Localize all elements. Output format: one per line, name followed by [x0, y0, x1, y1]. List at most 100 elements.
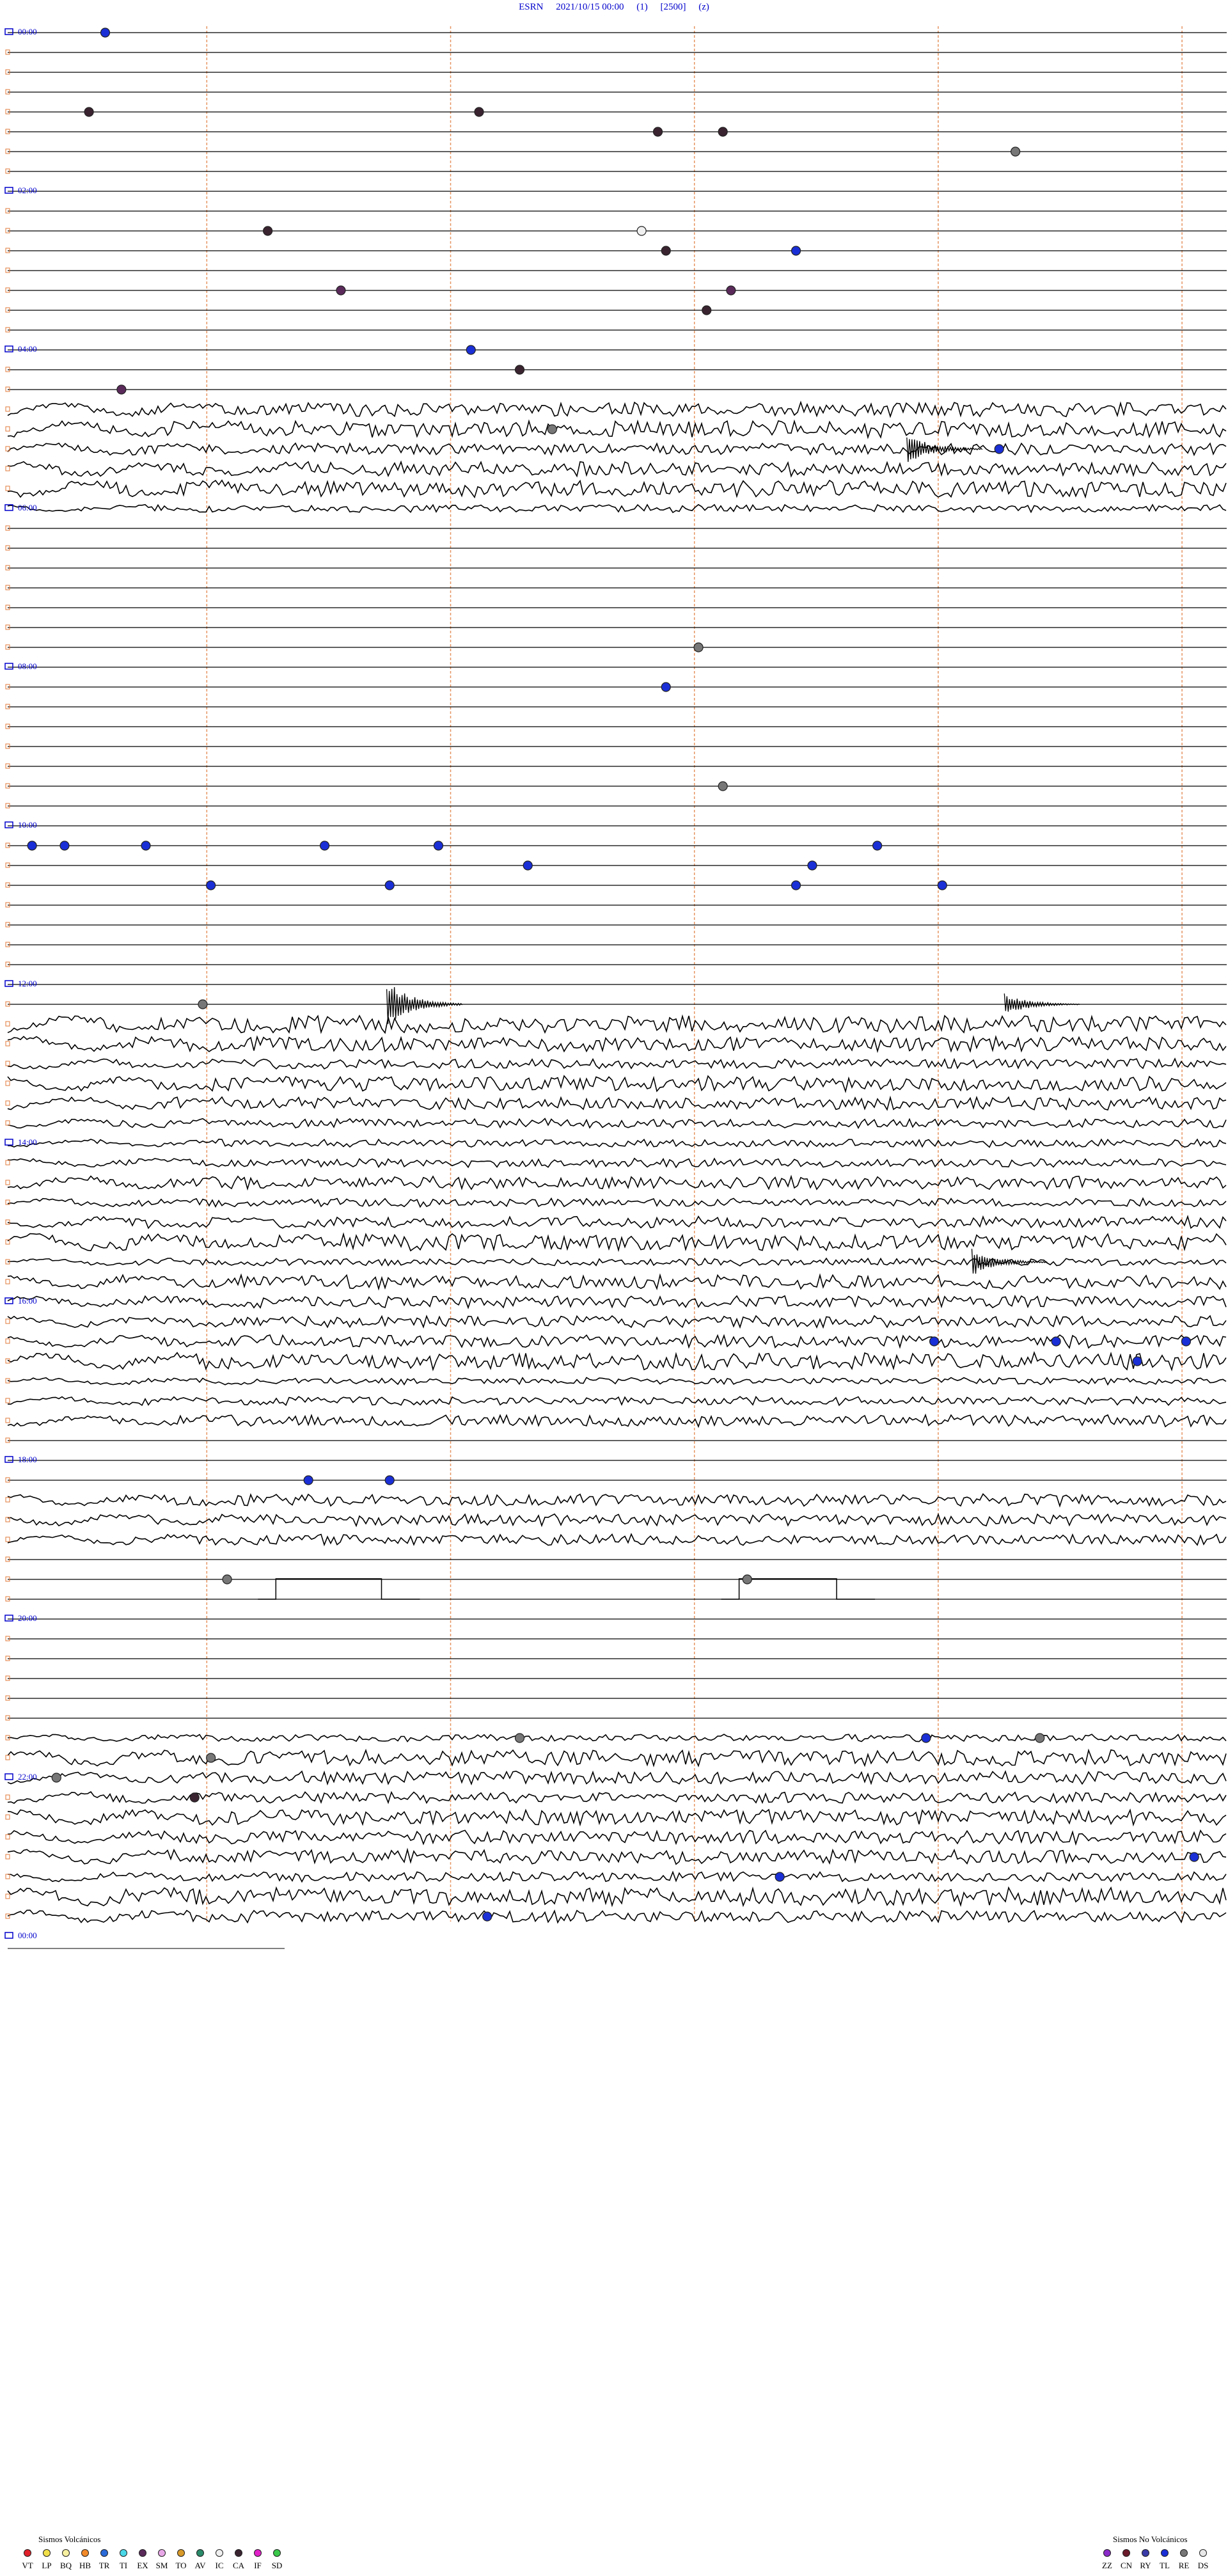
- row-tick: [5, 1219, 10, 1225]
- trace-row-53: [7, 1075, 1227, 1093]
- row-tick: [5, 466, 10, 471]
- legend-dot-icon: [120, 2549, 127, 2557]
- legend-dot-icon: [1161, 2549, 1169, 2557]
- hour-marker-box: [4, 1456, 13, 1463]
- event-marker-tl: [523, 860, 533, 871]
- trace-row-20: [7, 419, 1227, 439]
- row-tick: [5, 1120, 10, 1126]
- nonvolcanic-legend-title: Sismos No Volcánicos: [1113, 2534, 1188, 2544]
- event-marker-tl: [661, 682, 671, 692]
- helicorder-plot: 00:00 02:00 04:00 06:00 08:00 10:00 12:00 14:00…: [4, 26, 1227, 1949]
- hour-label: 12:00: [18, 979, 37, 988]
- row-tick: [5, 1814, 10, 1820]
- event-marker-tl: [384, 1475, 395, 1485]
- event-marker-tl: [59, 841, 70, 851]
- event-marker-tl: [319, 841, 330, 851]
- legend-dot-icon: [24, 2549, 31, 2557]
- legend-dot-icon: [43, 2549, 51, 2557]
- step-pulse-0: [258, 1578, 420, 1600]
- row-tick: [5, 1794, 10, 1800]
- event-marker-re: [718, 781, 728, 791]
- legend-label: TI: [119, 2561, 128, 2570]
- event-marker-tl: [206, 880, 216, 890]
- trace-row-66: [7, 1333, 1227, 1349]
- row-tick: [5, 1755, 10, 1760]
- volcanic-legend-item-hb: HB: [75, 2549, 95, 2571]
- hour-marker-box: [4, 345, 13, 352]
- volcanic-legend-item-ic: IC: [210, 2549, 229, 2571]
- nonvolcanic-legend-item-re: RE: [1174, 2549, 1193, 2571]
- volcanic-legend-item-tr: TR: [95, 2549, 114, 2571]
- legend-dot-icon: [1103, 2549, 1111, 2557]
- event-marker-ex: [116, 384, 127, 395]
- trace-row-55: [7, 1118, 1227, 1130]
- trace-row-58: [7, 1174, 1227, 1191]
- event-marker-re: [206, 1753, 216, 1763]
- spike-burst-1: [386, 987, 463, 1024]
- event-marker-re: [693, 642, 704, 652]
- legend-label: CN: [1120, 2561, 1133, 2570]
- legend-label: VT: [22, 2561, 33, 2570]
- hour-label: 20:00: [18, 1613, 37, 1623]
- event-marker-re: [1035, 1733, 1045, 1743]
- trace-row-91: [7, 1829, 1227, 1846]
- hour-label: 18:00: [18, 1455, 37, 1464]
- legend-label: IF: [254, 2561, 262, 2570]
- row-tick: [5, 1100, 10, 1106]
- hour-marker-box: [4, 821, 13, 828]
- event-marker-tl: [1189, 1852, 1199, 1862]
- trace-row-59: [7, 1197, 1227, 1208]
- trace-row-52: [7, 1057, 1227, 1070]
- event-marker-tl: [775, 1872, 785, 1882]
- trace-row-24: [7, 503, 1227, 514]
- legend-label: IC: [215, 2561, 224, 2570]
- volcanic-legend-item-ti: TI: [114, 2549, 133, 2571]
- legend-dot-icon: [235, 2549, 242, 2557]
- hour-marker-box: [4, 1139, 13, 1146]
- hour-marker-box: [4, 28, 13, 35]
- trace-row-19: [7, 400, 1227, 418]
- row-tick: [5, 1913, 10, 1919]
- row-tick: [5, 1061, 10, 1066]
- trace-row-95: [7, 1909, 1227, 1924]
- event-marker-tl: [937, 880, 947, 890]
- legend-label: TR: [98, 2561, 110, 2570]
- hour-label: 16:00: [18, 1296, 37, 1306]
- event-marker-tl: [872, 841, 883, 851]
- hour-label: 00:00: [18, 27, 37, 36]
- legend-label: EX: [137, 2561, 148, 2570]
- volcanic-legend-item-ca: CA: [229, 2549, 248, 2571]
- legend-dot-icon: [273, 2549, 281, 2557]
- row-tick: [5, 1854, 10, 1860]
- event-marker-tl: [100, 28, 111, 38]
- row-tick: [5, 1418, 10, 1423]
- trace-row-69: [7, 1395, 1227, 1407]
- event-marker-tl: [466, 345, 476, 355]
- event-marker-tl: [433, 841, 444, 851]
- nonvolcanic-legend-item-cn: CN: [1117, 2549, 1136, 2571]
- trace-row-68: [7, 1377, 1227, 1386]
- event-marker-ca: [652, 127, 663, 137]
- volcanic-legend-item-bq: BQ: [56, 2549, 75, 2571]
- trace-row-57: [7, 1157, 1227, 1169]
- trace-row-23: [7, 479, 1227, 499]
- row-tick: [5, 1398, 10, 1403]
- legend-dot-icon: [139, 2549, 146, 2557]
- event-marker-tl: [1132, 1356, 1142, 1366]
- event-marker-ca: [189, 1792, 200, 1803]
- trace-row-90: [7, 1808, 1227, 1827]
- hour-marker-box: [4, 1773, 13, 1780]
- hour-marker-box: [4, 980, 13, 987]
- legend-dot-icon: [1199, 2549, 1207, 2557]
- row-tick: [5, 1021, 10, 1027]
- legend-label: DS: [1197, 2561, 1209, 2570]
- trace-row-92: [7, 1847, 1227, 1865]
- event-marker-ex: [336, 285, 346, 296]
- row-tick: [5, 1160, 10, 1166]
- row-tick: [5, 486, 10, 491]
- volcanic-legend-item-ex: EX: [133, 2549, 152, 2571]
- event-marker-ca: [84, 107, 94, 117]
- legend-dot-icon: [158, 2549, 166, 2557]
- trace-row-54: [7, 1095, 1227, 1111]
- row-tick: [5, 1279, 10, 1284]
